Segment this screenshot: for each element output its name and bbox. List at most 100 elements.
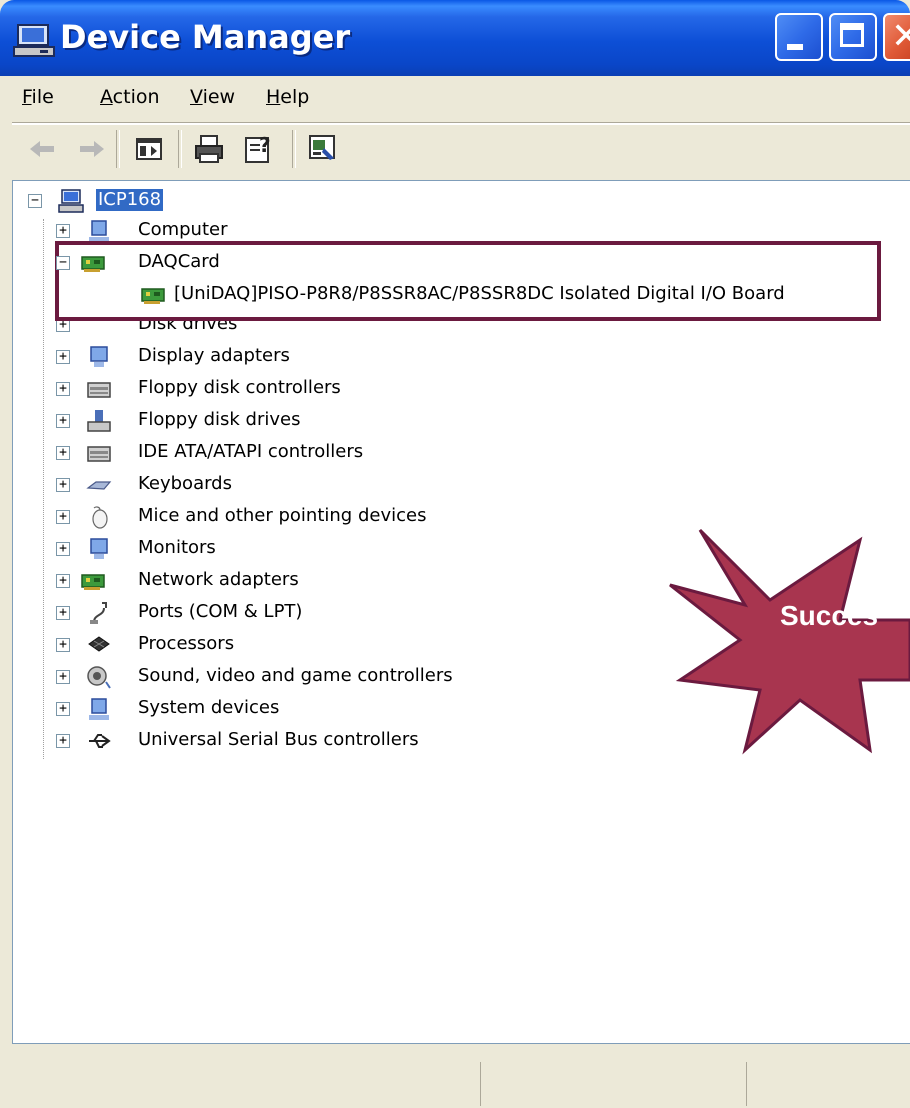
print-icon[interactable] [192,132,226,166]
expand-toggle[interactable]: + [56,224,70,238]
close-icon: ✕ [891,16,910,57]
back-arrow-icon[interactable] [26,132,60,166]
tree-item-label: Computer [138,219,228,240]
svg-text:?: ? [259,133,271,157]
menu-file-mnemonic: F [22,86,32,108]
menu-help-mnemonic: H [266,86,281,108]
success-starburst [669,528,910,755]
expand-toggle[interactable]: + [56,542,70,556]
menu-action-mnemonic: A [100,86,113,108]
close-button[interactable]: ✕ [883,13,910,61]
menu-help[interactable]: Help [266,86,309,108]
tree-item-daqcard-device[interactable]: [UniDAQ]PISO-P8R8/P8SSR8AC/P8SSR8DC Isol… [110,280,870,310]
tree-item-network[interactable]: + Network adapters [52,566,452,596]
floppy-drive-icon [87,410,111,432]
title-bar[interactable]: Device Manager ✕ [0,0,910,76]
menu-action[interactable]: Action [100,86,160,108]
tree-item-label: Monitors [138,537,216,558]
properties-icon[interactable] [306,132,340,166]
tree-item-label: Mice and other pointing devices [138,505,427,526]
network-card-icon [81,256,105,272]
expand-toggle[interactable]: + [56,382,70,396]
expand-toggle[interactable]: + [56,574,70,588]
computer-icon [58,189,84,213]
expand-toggle[interactable]: + [56,350,70,364]
tree-item-monitors[interactable]: + Monitors [52,534,452,564]
menu-help-label: elp [280,86,310,108]
mouse-icon [92,506,108,529]
help-icon[interactable]: ? [242,132,276,166]
show-hide-console-tree-icon[interactable] [132,132,166,166]
toolbar-separator [116,130,120,168]
tree-item-label: Universal Serial Bus controllers [138,729,419,750]
tree-item-label: System devices [138,697,280,718]
network-card-icon [141,288,165,304]
speaker-icon [87,666,111,689]
tree-item-floppy-drives[interactable]: + Floppy disk drives [52,406,452,436]
tree-item-label: Keyboards [138,473,232,494]
menu-view-mnemonic: V [190,86,203,108]
minimize-button[interactable] [775,13,823,61]
expand-toggle[interactable]: + [56,510,70,524]
tree-item-label: Floppy disk controllers [138,377,341,398]
expand-toggle[interactable]: + [56,702,70,716]
computer-icon [13,24,55,57]
expand-toggle[interactable]: + [56,414,70,428]
expand-toggle[interactable]: + [56,478,70,492]
display-adapter-icon [90,346,108,367]
network-card-icon [81,574,105,590]
menu-action-label: ction [112,86,160,108]
success-callout-text: Succes [780,600,879,631]
tree-item-label: IDE ATA/ATAPI controllers [138,441,364,462]
toolbar: ? [12,126,910,174]
minimize-icon [787,44,803,50]
collapse-toggle[interactable]: − [56,256,70,270]
tree-root[interactable]: − ICP168 [24,186,324,216]
tree-item-sound[interactable]: + Sound, video and game controllers [52,662,552,692]
tree-item-label: Ports (COM & LPT) [138,601,303,622]
collapse-toggle[interactable]: − [28,194,42,208]
usb-icon [89,734,111,748]
monitor-icon [90,538,108,559]
menu-divider [12,122,910,125]
tree-item-keyboards[interactable]: + Keyboards [52,470,452,500]
tree-item-label: Display adapters [138,345,290,366]
status-bar [12,1058,910,1108]
maximize-icon [840,23,864,47]
maximize-button[interactable] [829,13,877,61]
tree-item-daqcard[interactable]: − DAQCard [52,248,352,278]
system-device-icon [89,698,109,720]
tree-item-mice[interactable]: + Mice and other pointing devices [52,502,512,532]
tree-item-ports[interactable]: + Ports (COM & LPT) [52,598,452,628]
menu-bar: File Action View Help [12,80,910,122]
expand-toggle[interactable]: + [56,734,70,748]
keyboard-icon [86,481,112,490]
expand-toggle[interactable]: + [56,670,70,684]
status-pane [746,1062,910,1106]
tree-item-label: Sound, video and game controllers [138,665,453,686]
expand-toggle[interactable]: + [56,606,70,620]
device-manager-window: Device Manager ✕ File Action View Help ?… [0,0,910,1108]
expand-toggle[interactable]: + [56,638,70,652]
tree-root-label: ICP168 [94,188,165,212]
status-pane [480,1062,746,1106]
disk-controller-icon [87,446,111,462]
tree-item-system[interactable]: + System devices [52,694,452,724]
forward-arrow-icon[interactable] [74,132,108,166]
expand-toggle[interactable]: + [56,446,70,460]
menu-view[interactable]: View [190,86,235,108]
tree-item-ide[interactable]: + IDE ATA/ATAPI controllers [52,438,452,468]
menu-view-label: iew [202,86,236,108]
menu-file-label: ile [31,86,54,108]
window-title: Device Manager [60,18,351,56]
processor-icon [88,636,110,652]
tree-item-display-adapters[interactable]: + Display adapters [52,342,452,372]
tree-item-floppy-controllers[interactable]: + Floppy disk controllers [52,374,452,404]
tree-item-processors[interactable]: + Processors [52,630,452,660]
tree-connector [43,219,44,759]
tree-item-label: Network adapters [138,569,299,590]
menu-file[interactable]: File [22,86,54,108]
tree-item-usb[interactable]: + Universal Serial Bus controllers [52,726,552,756]
toolbar-separator [292,130,296,168]
disk-controller-icon [87,382,111,398]
